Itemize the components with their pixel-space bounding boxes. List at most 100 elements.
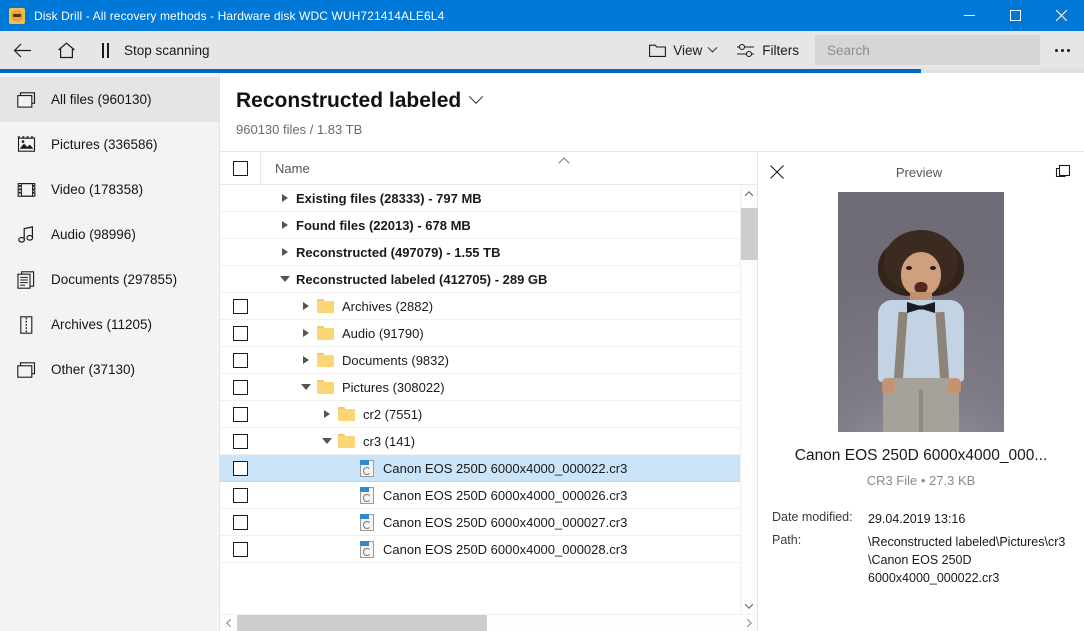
filters-button[interactable]: Filters — [726, 31, 809, 69]
table-row[interactable]: Reconstructed labeled (412705) - 289 GB — [220, 266, 740, 293]
more-options-button[interactable] — [1040, 31, 1084, 69]
preview-expand-button[interactable] — [1042, 152, 1084, 192]
file-list-panel: Name Existing files (28333) - 797 MB Foun… — [220, 151, 758, 631]
row-checkbox-cell[interactable] — [220, 380, 260, 395]
table-row[interactable]: Reconstructed (497079) - 1.55 TB — [220, 239, 740, 266]
triangle-right-icon[interactable] — [303, 302, 309, 310]
row-checkbox[interactable] — [233, 434, 248, 449]
row-checkbox[interactable] — [233, 326, 248, 341]
sidebar-item-documents[interactable]: Documents (297855) — [0, 257, 219, 302]
search-input[interactable] — [825, 42, 1040, 59]
minimize-button[interactable] — [946, 0, 992, 31]
row-checkbox[interactable] — [233, 299, 248, 314]
table-row[interactable]: Archives (2882) — [220, 293, 740, 320]
triangle-right-icon[interactable] — [282, 194, 288, 202]
preview-image[interactable] — [838, 192, 1004, 432]
home-button[interactable] — [44, 31, 88, 69]
triangle-right-icon[interactable] — [324, 410, 330, 418]
row-label: Found files (22013) - 678 MB — [296, 218, 471, 233]
row-expander[interactable] — [316, 410, 338, 418]
row-checkbox[interactable] — [233, 407, 248, 422]
row-checkbox[interactable] — [233, 488, 248, 503]
row-checkbox-cell[interactable] — [220, 542, 260, 557]
horizontal-scroll-thumb[interactable] — [237, 615, 487, 631]
triangle-right-icon[interactable] — [282, 248, 288, 256]
row-checkbox-cell[interactable] — [220, 353, 260, 368]
row-checkbox[interactable] — [233, 353, 248, 368]
scroll-left-button[interactable] — [220, 615, 237, 631]
row-checkbox[interactable] — [233, 461, 248, 476]
preview-detail-value: 29.04.2019 13:16 — [868, 510, 965, 528]
sidebar-item-video[interactable]: Video (178358) — [0, 167, 219, 212]
sidebar-item-other[interactable]: Other (37130) — [0, 347, 219, 392]
table-row[interactable]: Canon EOS 250D 6000x4000_000026.cr3 — [220, 482, 740, 509]
triangle-down-icon[interactable] — [280, 276, 290, 282]
app-body: All files (960130)Pictures (336586)Video… — [0, 73, 1084, 631]
row-checkbox-cell[interactable] — [220, 515, 260, 530]
row-checkbox[interactable] — [233, 515, 248, 530]
triangle-down-icon[interactable] — [301, 384, 311, 390]
row-expander[interactable] — [295, 356, 317, 364]
row-checkbox-cell[interactable] — [220, 488, 260, 503]
select-all-cell[interactable] — [220, 161, 260, 176]
row-expander[interactable] — [274, 248, 296, 256]
row-expander[interactable] — [295, 384, 317, 390]
close-button[interactable] — [1038, 0, 1084, 31]
sidebar-item-pictures[interactable]: Pictures (336586) — [0, 122, 219, 167]
chevron-down-icon[interactable] — [469, 90, 483, 104]
row-expander[interactable] — [295, 329, 317, 337]
back-button[interactable] — [0, 31, 44, 69]
row-expander[interactable] — [316, 438, 338, 444]
vertical-scroll-track[interactable] — [741, 202, 758, 597]
vertical-scrollbar[interactable] — [740, 185, 757, 614]
row-checkbox-cell[interactable] — [220, 434, 260, 449]
maximize-button[interactable] — [992, 0, 1038, 31]
row-expander[interactable] — [274, 276, 296, 282]
table-row[interactable]: Canon EOS 250D 6000x4000_000027.cr3 — [220, 509, 740, 536]
table-row[interactable]: Documents (9832) — [220, 347, 740, 374]
table-row[interactable]: Found files (22013) - 678 MB — [220, 212, 740, 239]
sidebar-item-audio[interactable]: Audio (98996) — [0, 212, 219, 257]
main-title-row[interactable]: Reconstructed labeled — [236, 89, 1084, 113]
scroll-right-button[interactable] — [740, 615, 757, 631]
filters-label: Filters — [762, 43, 799, 58]
row-checkbox-cell[interactable] — [220, 461, 260, 476]
row-checkbox-cell[interactable] — [220, 407, 260, 422]
triangle-down-icon[interactable] — [322, 438, 332, 444]
triangle-right-icon[interactable] — [303, 329, 309, 337]
table-row[interactable]: cr2 (7551) — [220, 401, 740, 428]
scroll-up-button[interactable] — [741, 185, 758, 202]
horizontal-scrollbar[interactable] — [220, 614, 757, 631]
triangle-right-icon[interactable] — [282, 221, 288, 229]
sidebar-item-all[interactable]: All files (960130) — [0, 77, 219, 122]
sidebar-item-archives[interactable]: Archives (11205) — [0, 302, 219, 347]
scroll-down-button[interactable] — [741, 597, 758, 614]
table-row[interactable]: Existing files (28333) - 797 MB — [220, 185, 740, 212]
table-row[interactable]: Canon EOS 250D 6000x4000_000028.cr3 — [220, 536, 740, 563]
row-checkbox-cell[interactable] — [220, 299, 260, 314]
preview-close-button[interactable] — [758, 152, 796, 192]
row-expander[interactable] — [295, 302, 317, 310]
table-row[interactable]: Canon EOS 250D 6000x4000_000022.cr3 — [220, 455, 740, 482]
search-box[interactable] — [815, 35, 1040, 65]
select-all-checkbox[interactable] — [233, 161, 248, 176]
preview-detail-key: Path: — [772, 533, 868, 587]
table-row[interactable]: Audio (91790) — [220, 320, 740, 347]
table-row[interactable]: cr3 (141) — [220, 428, 740, 455]
view-button[interactable]: View — [639, 31, 726, 69]
horizontal-scroll-track[interactable] — [237, 615, 740, 631]
column-header-name[interactable]: Name — [261, 161, 310, 176]
table-row[interactable]: Pictures (308022) — [220, 374, 740, 401]
figure-eye-left — [906, 266, 912, 270]
window-title: Disk Drill - All recovery methods - Hard… — [34, 9, 444, 23]
row-checkbox-cell[interactable] — [220, 326, 260, 341]
row-expander[interactable] — [274, 194, 296, 202]
pause-scan-button[interactable] — [88, 31, 122, 69]
triangle-right-icon[interactable] — [303, 356, 309, 364]
row-checkbox[interactable] — [233, 542, 248, 557]
vertical-scroll-thumb[interactable] — [741, 208, 758, 260]
row-expander[interactable] — [274, 221, 296, 229]
stop-scanning-button[interactable]: Stop scanning — [122, 43, 210, 58]
row-checkbox[interactable] — [233, 380, 248, 395]
sidebar-item-label: Other (37130) — [51, 362, 135, 377]
